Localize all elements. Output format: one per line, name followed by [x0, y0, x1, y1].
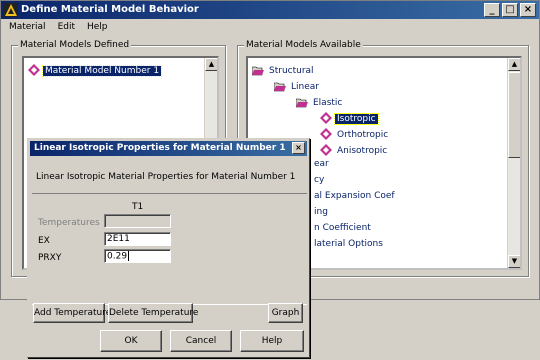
available-group-title: Material Models Available [244, 40, 363, 50]
scroll-thumb[interactable] [508, 72, 520, 158]
properties-dialog: Linear Isotropic Properties for Material… [27, 138, 310, 358]
properties-table: T1 Temperatures EX 2E11 PRXY 0.29 [32, 193, 307, 305]
folder-open-icon [296, 98, 308, 108]
tree-item-linear[interactable]: Linear [274, 80, 321, 93]
defined-group-title: Material Models Defined [18, 40, 132, 50]
window-title: Define Material Model Behavior [21, 4, 199, 15]
minimize-button[interactable]: _ [484, 3, 500, 17]
menu-bar: Material Edit Help [3, 20, 114, 34]
material-model-icon [320, 128, 332, 140]
temperature-field [104, 214, 171, 228]
title-bar: Define Material Model Behavior _ □ × [1, 1, 539, 19]
scroll-up-icon[interactable]: ▲ [508, 58, 520, 71]
help-button[interactable]: Help [240, 330, 304, 352]
tree-item-structural[interactable]: Structural [252, 64, 316, 77]
material-model-icon [320, 112, 332, 124]
scroll-up-icon[interactable]: ▲ [205, 58, 217, 71]
delete-temperature-button[interactable]: Delete Temperature [108, 303, 198, 323]
dialog-title-bar: Linear Isotropic Properties for Material… [30, 141, 307, 156]
tree-item-partial[interactable]: n Coefficient [312, 222, 373, 235]
ok-button[interactable]: OK [100, 330, 162, 352]
list-item[interactable]: Material Model Number 1 [28, 64, 163, 77]
close-button[interactable]: × [520, 3, 536, 17]
tree-item-anisotropic[interactable]: Anisotropic [320, 144, 389, 157]
tree-item-partial[interactable]: laterial Options [312, 238, 385, 251]
tree-item-elastic[interactable]: Elastic [296, 96, 344, 109]
dialog-title: Linear Isotropic Properties for Material… [34, 143, 286, 153]
cancel-button[interactable]: Cancel [170, 330, 232, 352]
tree-item-orthotropic[interactable]: Orthotropic [320, 128, 390, 141]
prxy-field[interactable]: 0.29 [104, 249, 171, 263]
ansys-logo-icon [4, 3, 18, 17]
available-scrollbar[interactable]: ▲ ▼ [507, 58, 520, 268]
menu-edit[interactable]: Edit [52, 20, 81, 34]
column-header-t1: T1 [132, 202, 144, 212]
row-label-ex: EX [38, 236, 50, 246]
row-label-temperatures: Temperatures [38, 218, 100, 228]
tree-item-isotropic[interactable]: Isotropic [320, 112, 379, 125]
material-model-icon [28, 64, 40, 76]
tree-item-partial[interactable]: al Expansion Coef [312, 190, 397, 203]
material-model-icon [320, 144, 332, 156]
dialog-description: Linear Isotropic Material Properties for… [36, 172, 296, 182]
tree-item-partial[interactable]: ing [312, 206, 330, 219]
tree-item-partial[interactable]: cy [312, 174, 326, 187]
scroll-down-icon[interactable]: ▼ [508, 255, 520, 268]
row-label-prxy: PRXY [38, 253, 62, 263]
tree-item-partial[interactable]: ear [312, 158, 331, 171]
menu-material[interactable]: Material [3, 20, 52, 34]
folder-open-icon [274, 82, 286, 92]
add-temperature-button[interactable]: Add Temperature [33, 303, 111, 323]
ex-field[interactable]: 2E11 [104, 232, 171, 246]
folder-open-icon [252, 66, 264, 76]
graph-button[interactable]: Graph [268, 303, 303, 323]
maximize-button[interactable]: □ [502, 3, 518, 17]
text-cursor [128, 251, 130, 261]
menu-help[interactable]: Help [81, 20, 114, 34]
dialog-close-button[interactable]: × [292, 142, 305, 154]
